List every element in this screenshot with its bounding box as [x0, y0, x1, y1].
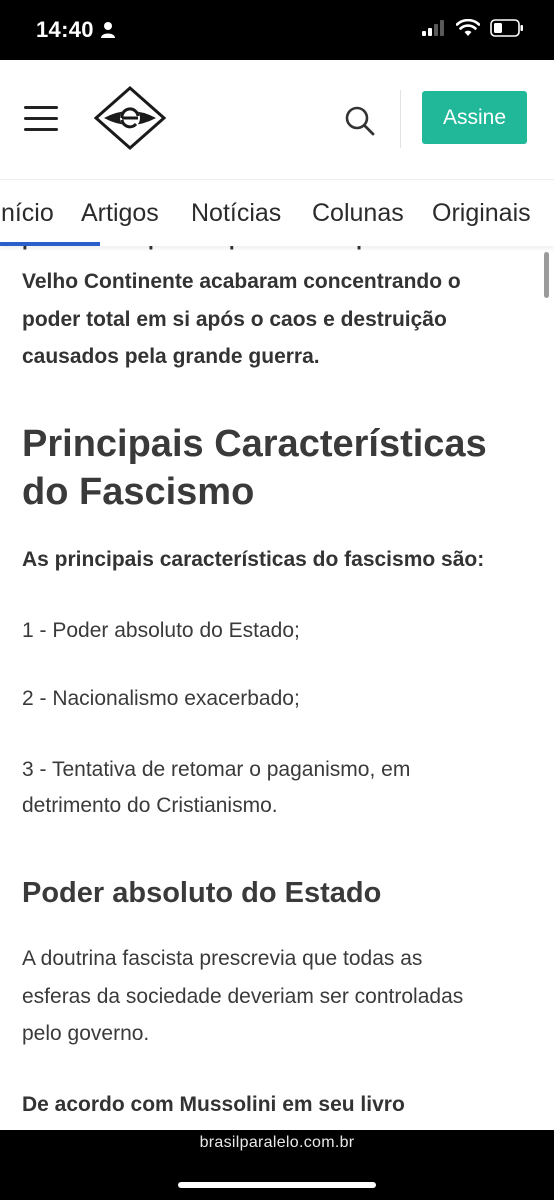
tab-colunas[interactable]: Colunas — [312, 199, 404, 228]
scrollbar[interactable] — [544, 252, 549, 298]
list-item: 3 - Tentativa de retomar o paganismo, em — [22, 758, 411, 781]
status-time: 14:40 — [36, 17, 94, 42]
article-body: político europeu. As primeiras República… — [0, 246, 554, 1130]
url-text[interactable]: brasilparalelo.com.br — [0, 1134, 554, 1152]
section-heading: do Fascismo — [22, 471, 255, 513]
brasil-paralelo-logo[interactable] — [94, 86, 166, 150]
paragraph-line: esferas da sociedade deveriam ser contro… — [22, 985, 464, 1008]
tab-originais[interactable]: Originais — [432, 199, 531, 228]
paragraph-line: A doutrina fascista prescrevia que todas… — [22, 947, 423, 970]
subsection-heading: Poder absoluto do Estado — [22, 877, 382, 909]
intro-line: poder total em si após o caos e destruiç… — [22, 308, 447, 331]
intro-line: Velho Continente acabaram concentrando o — [22, 270, 461, 293]
list-item: detrimento do Cristianismo. — [22, 794, 278, 817]
person-icon — [101, 22, 115, 38]
section-heading: Principais Características — [22, 423, 487, 465]
intro-partial-line: político europeu. As primeiras República… — [22, 246, 532, 257]
signal-icon — [422, 20, 444, 36]
hamburger-menu-icon[interactable] — [24, 106, 60, 132]
status-icons — [422, 19, 524, 37]
browser-url-bar: brasilparalelo.com.br — [0, 1130, 554, 1200]
paragraph-line: De acordo com Mussolini em seu livro — [22, 1093, 405, 1116]
search-icon[interactable] — [343, 104, 377, 138]
list-item: 1 - Poder absoluto do Estado; — [22, 619, 300, 642]
intro-line: causados pela grande guerra. — [22, 345, 320, 368]
battery-icon — [490, 19, 523, 37]
list-item: 2 - Nacionalismo exacerbado; — [22, 687, 300, 710]
tab-artigos[interactable]: Artigos — [81, 199, 159, 228]
subscribe-button[interactable]: Assine — [422, 91, 527, 144]
tab-inicio[interactable]: Início — [0, 199, 54, 228]
site-header: Assine — [0, 60, 554, 178]
home-indicator[interactable] — [178, 1182, 376, 1188]
category-nav: Início Artigos Notícias Colunas Originai… — [0, 179, 554, 246]
wifi-icon — [456, 19, 480, 36]
header-divider — [400, 90, 401, 148]
active-tab-indicator — [0, 242, 100, 246]
list-lead: As principais características do fascism… — [22, 548, 485, 571]
tab-noticias[interactable]: Notícias — [191, 199, 281, 228]
status-bar: 14:40 — [0, 0, 554, 60]
paragraph-line: pelo governo. — [22, 1022, 150, 1045]
